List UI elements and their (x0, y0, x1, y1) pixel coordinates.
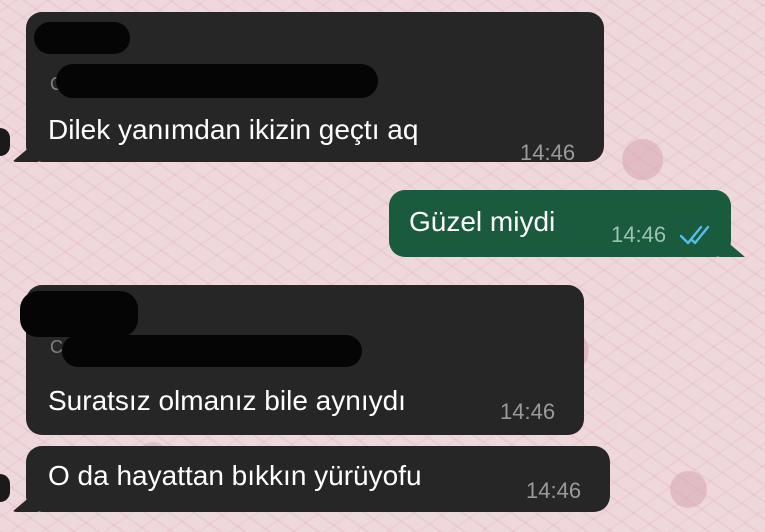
incoming-message-bubble[interactable]: C Suratsız olmanız bile aynıydı 14:46 (20, 285, 584, 435)
message-text: Suratsız olmanız bile aynıydı (48, 385, 406, 416)
message-text: Dilek yanımdan ikizin geçtı aq (48, 114, 419, 145)
redacted-sender-name (34, 22, 130, 54)
message-text: O da hayattan bıkkın yürüyofu (48, 460, 422, 491)
redacted-sender-name (20, 291, 138, 337)
incoming-message-bubble[interactable]: C Dilek yanımdan ikizin geçtı aq 14:46 (12, 12, 604, 165)
message-time: 14:46 (500, 399, 556, 424)
message-time: 14:46 (611, 222, 667, 247)
outgoing-message-bubble[interactable]: Güzel miydi 14:46 (389, 190, 745, 257)
message-text: Güzel miydi (409, 206, 556, 237)
message-time: 14:46 (520, 140, 576, 165)
reply-preview-text: C (50, 337, 63, 357)
double-check-read-icon (679, 225, 710, 245)
message-time: 14:46 (526, 478, 582, 503)
redacted-reply-preview (62, 335, 362, 367)
incoming-message-bubble[interactable]: O da hayattan bıkkın yürüyofu 14:46 (12, 446, 610, 512)
redacted-reply-preview (56, 64, 378, 98)
